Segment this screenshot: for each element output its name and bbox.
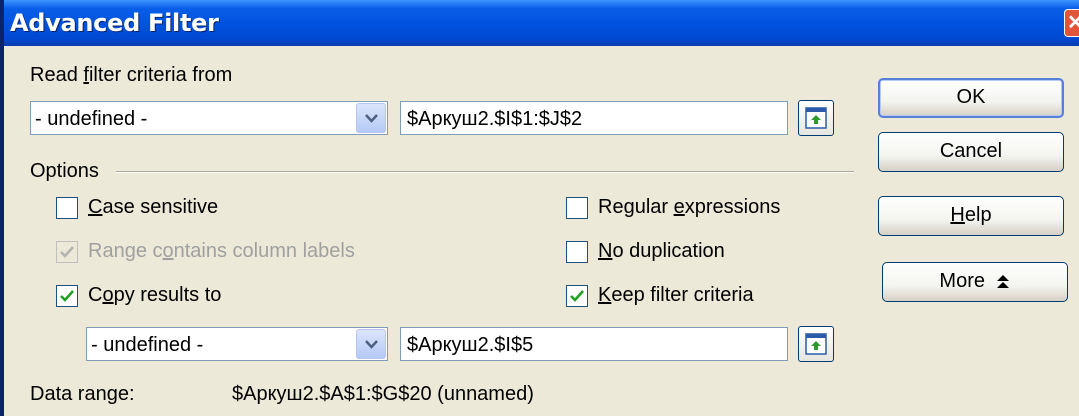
- double-chevron-up-icon: [996, 275, 1009, 288]
- keep-criteria-label[interactable]: Keep filter criteria: [598, 284, 754, 307]
- title-bar[interactable]: Advanced Filter ✕: [4, 0, 1079, 46]
- chevron-down-icon[interactable]: [356, 103, 386, 133]
- close-button[interactable]: ✕: [1064, 9, 1079, 37]
- criteria-label: Read filter criteria from: [30, 64, 233, 86]
- data-range-value: $Аркуш2.$A$1:$G$20 (unnamed): [232, 383, 534, 405]
- copy-to-combo-value: - undefined -: [91, 334, 204, 356]
- checkmark-icon: [60, 290, 74, 302]
- advanced-filter-dialog: Advanced Filter ✕ Read filter criteria f…: [0, 0, 1079, 416]
- regex-checkbox[interactable]: [566, 197, 588, 219]
- case-sensitive-checkbox[interactable]: [56, 197, 78, 219]
- window-title: Advanced Filter: [10, 9, 219, 37]
- ok-button[interactable]: OK: [878, 78, 1064, 118]
- copy-to-shrink-button[interactable]: [798, 326, 834, 362]
- criteria-range-input[interactable]: $Аркуш2.$I$1:$J$2: [400, 101, 788, 135]
- regex-label[interactable]: Regular expressions: [598, 196, 780, 219]
- range-labels-checkbox: [56, 241, 78, 263]
- shrink-icon: [805, 333, 827, 355]
- copy-to-range-input[interactable]: $Аркуш2.$I$5: [400, 327, 788, 361]
- checkmark-icon: [60, 246, 74, 258]
- options-separator: [116, 171, 854, 173]
- copy-results-label[interactable]: Copy results to: [88, 284, 221, 307]
- checkmark-icon: [570, 290, 584, 302]
- range-labels-label: Range contains column labels: [88, 240, 355, 262]
- copy-results-checkbox[interactable]: [56, 285, 78, 307]
- criteria-shrink-button[interactable]: [798, 100, 834, 136]
- options-label: Options: [30, 160, 99, 182]
- criteria-source-combo[interactable]: - undefined -: [30, 101, 388, 135]
- help-button[interactable]: Help: [878, 196, 1064, 236]
- chevron-down-icon[interactable]: [356, 329, 386, 359]
- copy-to-combo[interactable]: - undefined -: [86, 327, 388, 361]
- more-button[interactable]: More: [882, 262, 1068, 302]
- keep-criteria-checkbox[interactable]: [566, 285, 588, 307]
- case-sensitive-label[interactable]: Case sensitive: [88, 196, 218, 219]
- copy-to-range-value: $Аркуш2.$I$5: [407, 334, 534, 356]
- criteria-range-value: $Аркуш2.$I$1:$J$2: [407, 108, 583, 130]
- no-duplication-checkbox[interactable]: [566, 241, 588, 263]
- no-duplication-label[interactable]: No duplication: [598, 240, 725, 263]
- data-range-label: Data range:: [30, 383, 135, 405]
- cancel-button[interactable]: Cancel: [878, 132, 1064, 172]
- shrink-icon: [805, 107, 827, 129]
- criteria-source-value: - undefined -: [35, 108, 148, 130]
- close-icon: ✕: [1067, 12, 1079, 34]
